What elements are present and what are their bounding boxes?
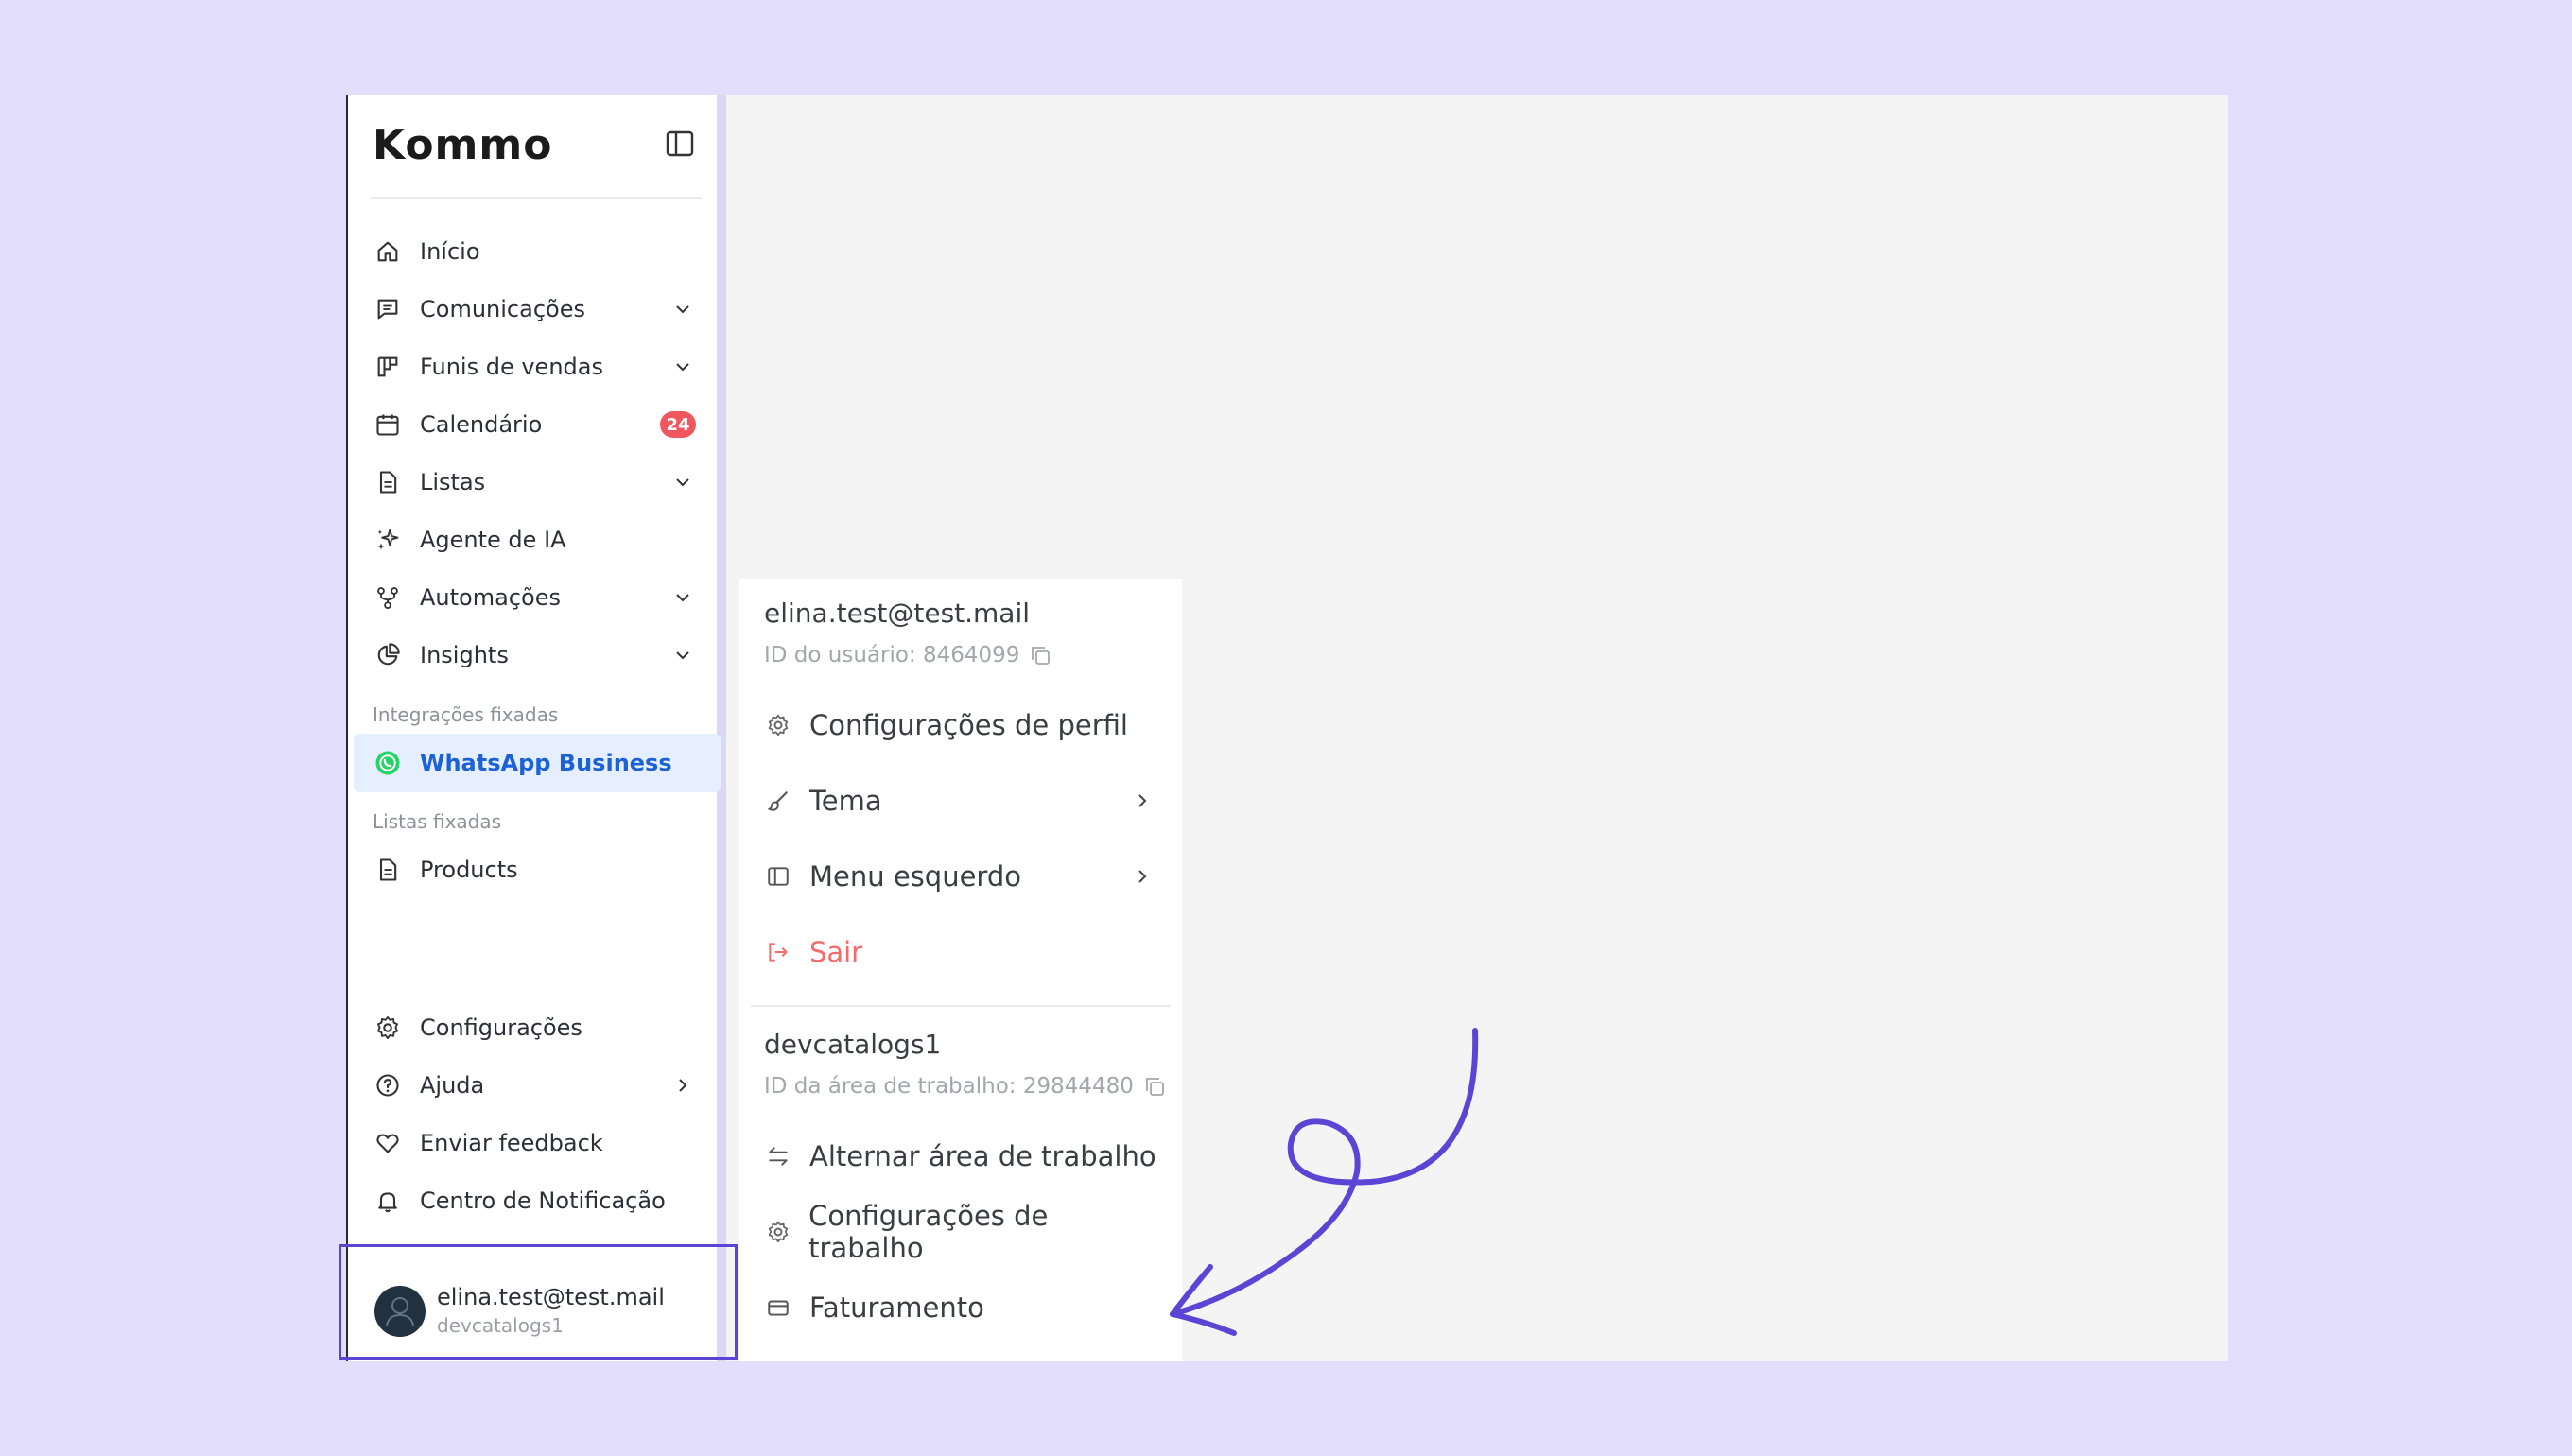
menu-item-label: Configurações de trabalho (808, 1200, 1049, 1264)
menu-item-label: Faturamento (809, 1291, 984, 1324)
chevron-down-icon[interactable] (673, 473, 692, 492)
home-icon (373, 236, 403, 267)
sidebar-item-label: Agente de IA (420, 527, 566, 553)
chevron-down-icon[interactable] (673, 646, 692, 665)
profile-email: elina.test@test.mail (764, 598, 1031, 629)
avatar[interactable] (374, 1286, 426, 1337)
calendar-icon (373, 409, 403, 440)
kommo-logo[interactable]: Kommo (373, 121, 552, 169)
profile-settings-item[interactable]: Configurações de perfil (764, 702, 1161, 749)
sidebar-icon (764, 862, 792, 891)
document-icon (373, 855, 403, 885)
menu-item-label: Tema (809, 785, 882, 817)
chevron-right-icon (1138, 794, 1147, 807)
sparkles-icon (373, 525, 403, 555)
sidebar-item-inicio[interactable]: Início (373, 231, 700, 272)
heart-icon (373, 1128, 403, 1158)
theme-item[interactable]: Tema (764, 777, 1161, 824)
menu-divider (751, 1005, 1171, 1007)
sidebar-item-label: Insights (420, 642, 509, 668)
brush-icon (764, 787, 792, 815)
work-settings-item[interactable]: Configurações de trabalho (764, 1200, 1161, 1264)
sidebar-item-label: Início (420, 238, 480, 265)
user-workspace: devcatalogs1 (437, 1314, 564, 1337)
sidebar-item-label: Ajuda (420, 1072, 485, 1099)
sidebar-item-label: Configurações (420, 1014, 582, 1041)
billing-item[interactable]: Faturamento (764, 1284, 1161, 1331)
sidebar-item-listas[interactable]: Listas (373, 461, 700, 503)
sidebar-item-whatsapp-business[interactable]: WhatsApp Business (373, 742, 700, 784)
section-label-listas-fixadas: Listas fixadas (373, 810, 502, 833)
sidebar-item-feedback[interactable]: Enviar feedback (373, 1122, 700, 1164)
annotation-arrow (1170, 1028, 1479, 1336)
gear-icon (764, 711, 792, 739)
pie-chart-icon (373, 640, 403, 670)
sidebar-item-calendario[interactable]: Calendário 24 (373, 404, 700, 445)
sidebar-item-label: Listas (420, 469, 486, 495)
sidebar-item-label: WhatsApp Business (420, 750, 672, 776)
menu-item-label: Menu esquerdo (809, 860, 1021, 893)
chevron-right-icon[interactable] (673, 1076, 692, 1095)
sidebar-item-ajuda[interactable]: Ajuda (373, 1065, 700, 1106)
sidebar-item-agente-ia[interactable]: Agente de IA (373, 519, 700, 561)
section-label-integracoes: Integrações fixadas (373, 703, 559, 726)
sidebar-item-label: Calendário (420, 411, 543, 438)
document-icon (373, 467, 403, 497)
notification-badge: 24 (660, 411, 696, 438)
chat-icon (373, 294, 403, 324)
switch-icon (764, 1142, 792, 1170)
menu-item-label: Configurações de perfil (809, 709, 1128, 741)
sidebar-item-label: Comunicações (420, 296, 585, 322)
logout-item[interactable]: Sair (764, 928, 1161, 976)
credit-card-icon (764, 1293, 792, 1322)
workspace-id-text: ID da área de trabalho: 29844480 (764, 1074, 1134, 1099)
user-email[interactable]: elina.test@test.mail (437, 1284, 665, 1310)
bell-icon (373, 1186, 403, 1216)
sidebar-item-comunicacoes[interactable]: Comunicações (373, 288, 700, 330)
menu-item-label: Sair (809, 936, 863, 968)
sidebar-item-notificacoes[interactable]: Centro de Notificação (373, 1180, 700, 1222)
sidebar-item-configuracoes[interactable]: Configurações (373, 1007, 700, 1049)
chevron-down-icon[interactable] (673, 300, 692, 319)
help-icon (373, 1070, 403, 1101)
sidebar-item-insights[interactable]: Insights (373, 634, 700, 676)
sidebar-item-label: Centro de Notificação (420, 1187, 666, 1214)
pipeline-icon (373, 352, 403, 382)
chevron-down-icon[interactable] (673, 357, 692, 376)
whatsapp-icon (373, 748, 403, 778)
chevron-right-icon (1138, 870, 1147, 883)
sidebar-item-label: Funis de vendas (420, 354, 603, 380)
gear-icon (764, 1218, 791, 1246)
user-id-text: ID do usuário: 8464099 (764, 643, 1020, 667)
workspace-name: devcatalogs1 (764, 1029, 942, 1060)
copy-icon[interactable] (1029, 644, 1051, 667)
sidebar-item-products[interactable]: Products (373, 849, 700, 891)
collapse-sidebar-icon[interactable] (666, 130, 694, 157)
logout-icon (764, 938, 792, 966)
menu-item-label: Alternar área de trabalho (809, 1140, 1156, 1172)
chevron-down-icon[interactable] (673, 588, 692, 607)
profile-menu: elina.test@test.mail ID do usuário: 8464… (739, 579, 1182, 1361)
sidebar: Kommo Início Comunicações Funis de venda… (339, 95, 738, 1361)
sidebar-item-label: Products (420, 857, 518, 883)
switch-workspace-item[interactable]: Alternar área de trabalho (764, 1133, 1161, 1180)
divider (371, 197, 702, 199)
workflow-icon (373, 582, 403, 613)
gear-icon (373, 1013, 403, 1043)
sidebar-item-funis[interactable]: Funis de vendas (373, 346, 700, 388)
sidebar-item-label: Enviar feedback (420, 1130, 603, 1156)
sidebar-item-automacoes[interactable]: Automações (373, 577, 700, 618)
workspace-id: ID da área de trabalho: 29844480 (764, 1074, 1166, 1099)
left-menu-item[interactable]: Menu esquerdo (764, 853, 1161, 900)
user-id: ID do usuário: 8464099 (764, 643, 1051, 667)
sidebar-item-label: Automações (420, 584, 561, 611)
